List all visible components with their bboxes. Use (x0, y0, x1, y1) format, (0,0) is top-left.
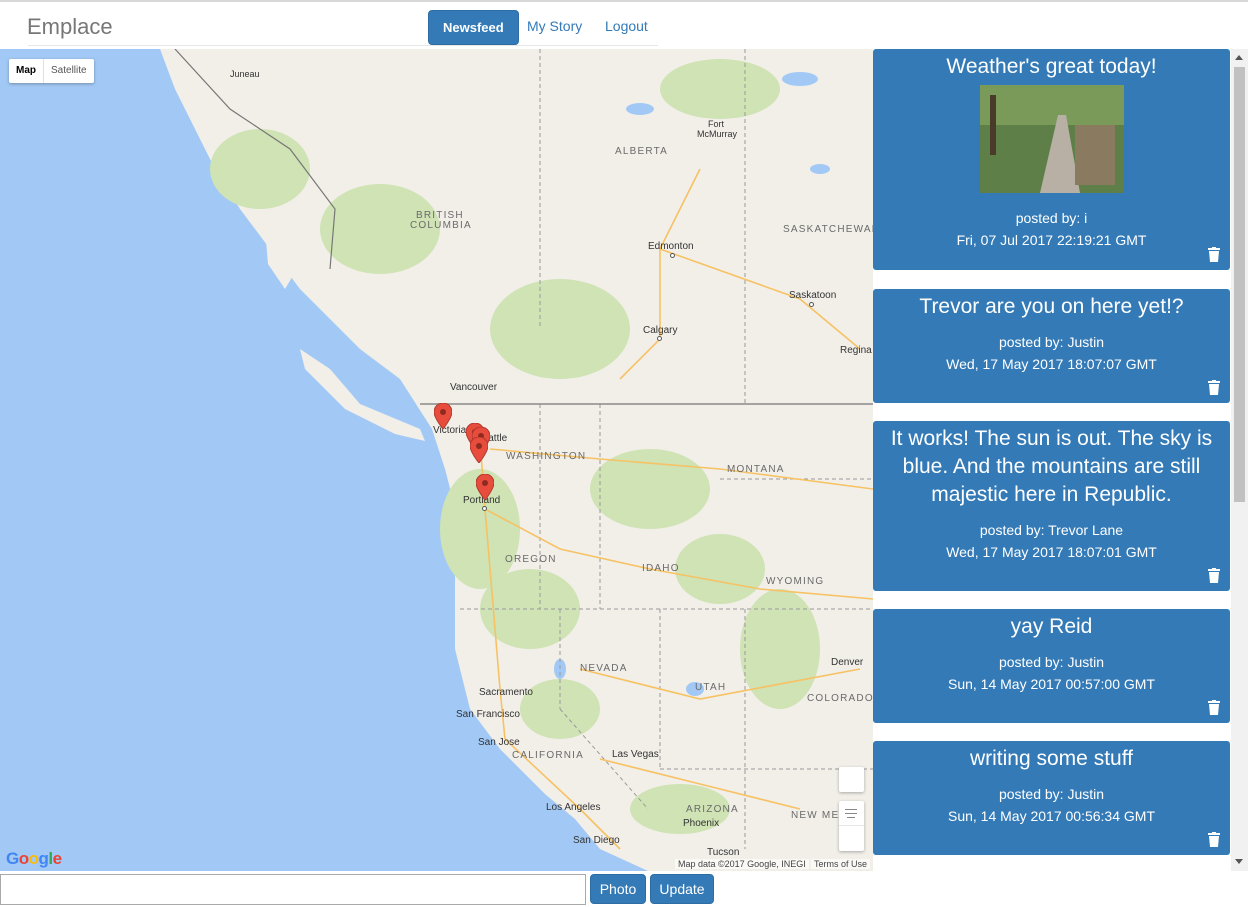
trash-icon[interactable] (1207, 832, 1221, 847)
city-label: San Jose (478, 737, 520, 748)
city-dot (670, 253, 675, 258)
post-photo-image (979, 85, 1124, 193)
scroll-thumb[interactable] (1234, 67, 1245, 502)
post-author: posted by: Trevor Lane (979, 522, 1124, 538)
nav-divider (28, 45, 658, 46)
post-author: posted by: Justin (998, 786, 1105, 802)
top-navbar: Emplace Newsfeed My Story Logout (0, 0, 1248, 49)
trash-icon[interactable] (1207, 380, 1221, 395)
post-card: Weather's great today! posted by: i Fri,… (873, 49, 1230, 270)
google-logo: Google (6, 849, 62, 868)
map-attribution: Map data ©2017 Google, INEGI (675, 859, 809, 869)
region-label: WYOMING (766, 576, 825, 587)
map-type-satellite[interactable]: Satellite (44, 59, 94, 83)
nav-my-story[interactable]: My Story (513, 10, 596, 45)
post-photo[interactable] (979, 85, 1124, 193)
post-title: Weather's great today! (946, 55, 1157, 78)
composer-bar: Photo Update (0, 871, 1248, 907)
terms-link[interactable]: Terms of Use (811, 859, 871, 869)
post-card: It works! The sun is out. The sky is blu… (873, 421, 1230, 591)
map-type-map[interactable]: Map (9, 59, 44, 83)
region-label: UTAH (695, 682, 727, 693)
city-dot (657, 336, 662, 341)
city-dot (482, 506, 487, 511)
region-label: NEVADA (580, 663, 628, 674)
city-label: San Francisco (456, 709, 520, 720)
nav-logout[interactable]: Logout (591, 10, 662, 45)
post-title-line: majestic here in Republic. (931, 483, 1172, 506)
region-label: SASKATCHEWAN (783, 224, 873, 235)
region-label: COLORADO (807, 693, 873, 704)
post-card: yay Reid posted by: Justin Sun, 14 May 2… (873, 609, 1230, 723)
city-label: Saskatoon (789, 290, 837, 301)
city-label: Fort (708, 119, 725, 129)
post-title-line: blue. And the mountains are still (902, 455, 1201, 478)
post-title: Trevor are you on here yet!? (919, 295, 1184, 318)
city-label: Las Vegas (612, 749, 659, 760)
city-label: Calgary (643, 325, 678, 336)
scroll-up-icon[interactable] (1235, 55, 1243, 60)
zoom-in-icon[interactable] (845, 809, 857, 810)
post-title: writing some stuff (969, 747, 1133, 770)
city-label: Los Angeles (546, 802, 601, 813)
region-label: COLUMBIA (410, 220, 472, 231)
city-label: San Diego (573, 835, 620, 846)
post-title: It works! The sun is out. The sky is blu… (873, 421, 1230, 509)
newsfeed-panel[interactable]: Weather's great today! posted by: i Fri,… (873, 49, 1231, 871)
post-card: writing some stuff posted by: Justin Sun… (873, 741, 1230, 855)
region-label: WASHINGTON (506, 451, 587, 462)
map-marker[interactable] (434, 403, 452, 429)
region-label: OREGON (505, 554, 557, 565)
post-author: posted by: Justin (998, 334, 1105, 350)
zoom-bar-icon (845, 813, 857, 814)
trash-icon[interactable] (1207, 568, 1221, 583)
map-marker[interactable] (470, 437, 488, 463)
city-label: McMurray (697, 129, 737, 139)
city-label: Edmonton (648, 241, 694, 252)
post-author: posted by: Justin (998, 654, 1105, 670)
photo-button[interactable]: Photo (590, 874, 646, 904)
city-label: Sacramento (479, 687, 533, 698)
region-label: ALBERTA (615, 146, 669, 157)
region-label: CALIFORNIA (512, 750, 585, 761)
post-date: Sun, 14 May 2017 00:56:34 GMT (947, 808, 1155, 824)
map-type-control: Map Satellite (9, 59, 94, 83)
nav-newsfeed[interactable]: Newsfeed (428, 10, 519, 45)
post-card: Trevor are you on here yet!? posted by: … (873, 289, 1230, 403)
zoom-divider (839, 825, 864, 826)
scroll-down-icon[interactable] (1235, 859, 1243, 864)
post-date: Fri, 07 Jul 2017 22:19:21 GMT (956, 232, 1147, 248)
city-label: Phoenix (683, 818, 720, 829)
map-canvas (160, 49, 873, 871)
post-title-line: It works! The sun is out. The sky is (890, 427, 1213, 450)
city-label: Denver (831, 657, 864, 668)
post-textarea[interactable] (0, 874, 586, 905)
zoom-out-icon[interactable] (847, 817, 855, 818)
post-date: Wed, 17 May 2017 18:07:01 GMT (946, 544, 1157, 560)
brand-title[interactable]: Emplace (27, 14, 113, 40)
city-label: Vancouver (450, 382, 498, 393)
region-label: IDAHO (642, 563, 680, 574)
city-label: Juneau (230, 69, 260, 79)
region-label: ARIZONA (686, 804, 739, 815)
street-view-control[interactable] (839, 767, 864, 792)
region-label: MONTANA (727, 464, 785, 475)
trash-icon[interactable] (1207, 700, 1221, 715)
city-label: Tucson (707, 847, 740, 858)
city-dot (809, 302, 814, 307)
map-view[interactable]: Map Satellite ALBERTA BRITISH COLUMBIA S… (0, 49, 873, 871)
post-date: Sun, 14 May 2017 00:57:00 GMT (947, 676, 1155, 692)
zoom-control[interactable] (839, 801, 864, 851)
map-marker[interactable] (476, 474, 494, 500)
city-label: Regina (840, 345, 872, 356)
update-button[interactable]: Update (650, 874, 714, 904)
post-date: Wed, 17 May 2017 18:07:07 GMT (946, 356, 1157, 372)
trash-icon[interactable] (1207, 247, 1221, 262)
post-author: posted by: i (1015, 210, 1088, 226)
post-title: yay Reid (1010, 615, 1093, 638)
feed-scrollbar[interactable] (1231, 49, 1248, 871)
